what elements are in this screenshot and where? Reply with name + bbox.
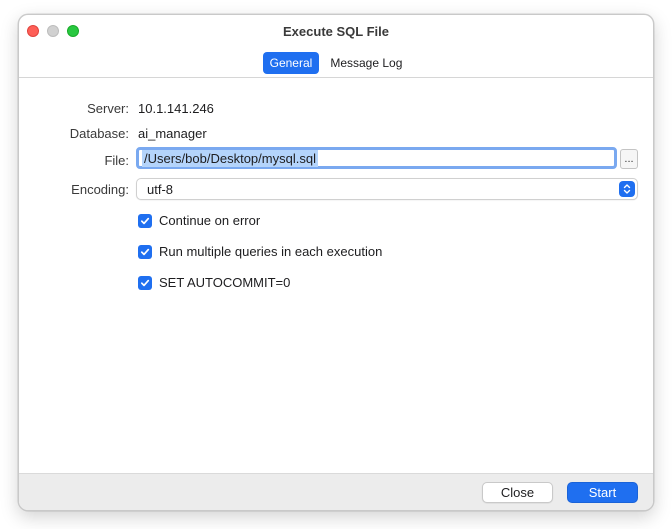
zoom-window-icon[interactable] bbox=[67, 25, 79, 37]
continue-on-error-option[interactable]: Continue on error bbox=[138, 213, 260, 228]
browse-file-button[interactable]: ... bbox=[620, 149, 638, 169]
titlebar: Execute SQL File bbox=[19, 15, 653, 47]
tab-general[interactable]: General bbox=[262, 52, 320, 74]
dialog-footer: Close Start bbox=[19, 473, 653, 510]
server-value: 10.1.141.246 bbox=[138, 101, 214, 116]
close-button[interactable]: Close bbox=[482, 482, 553, 503]
encoding-label: Encoding: bbox=[71, 182, 129, 197]
set-autocommit-option[interactable]: SET AUTOCOMMIT=0 bbox=[138, 275, 290, 290]
close-window-icon[interactable] bbox=[27, 25, 39, 37]
server-label: Server: bbox=[87, 101, 129, 116]
continue-on-error-checkbox[interactable] bbox=[138, 213, 152, 228]
continue-on-error-label: Continue on error bbox=[159, 213, 261, 228]
window-controls bbox=[27, 25, 79, 37]
tab-message-log[interactable]: Message Log bbox=[323, 52, 409, 74]
run-multiple-queries-option[interactable]: Run multiple queries in each execution bbox=[138, 244, 382, 259]
checkmark-icon bbox=[140, 248, 150, 255]
tab-bar: General Message Log bbox=[19, 49, 653, 77]
execute-sql-dialog: Execute SQL File General Message Log Ser… bbox=[18, 14, 654, 511]
tab-divider bbox=[19, 77, 653, 78]
checkmark-icon bbox=[140, 279, 150, 286]
set-autocommit-label: SET AUTOCOMMIT=0 bbox=[159, 275, 291, 290]
run-multiple-queries-label: Run multiple queries in each execution bbox=[159, 244, 383, 259]
file-path-input[interactable]: /Users/bob/Desktop/mysql.sql bbox=[136, 147, 617, 169]
minimize-window-icon[interactable] bbox=[47, 25, 59, 37]
chevron-updown-icon bbox=[619, 181, 635, 197]
database-value: ai_manager bbox=[138, 126, 207, 141]
database-label: Database: bbox=[69, 126, 129, 141]
file-label: File: bbox=[104, 153, 129, 168]
encoding-value: utf-8 bbox=[147, 181, 174, 197]
window-title: Execute SQL File bbox=[283, 23, 389, 39]
encoding-select[interactable]: utf-8 bbox=[136, 178, 638, 200]
set-autocommit-checkbox[interactable] bbox=[138, 275, 152, 290]
checkmark-icon bbox=[140, 217, 150, 224]
run-multiple-queries-checkbox[interactable] bbox=[138, 244, 152, 259]
start-button[interactable]: Start bbox=[567, 482, 638, 503]
file-path-value: /Users/bob/Desktop/mysql.sql bbox=[142, 149, 318, 167]
